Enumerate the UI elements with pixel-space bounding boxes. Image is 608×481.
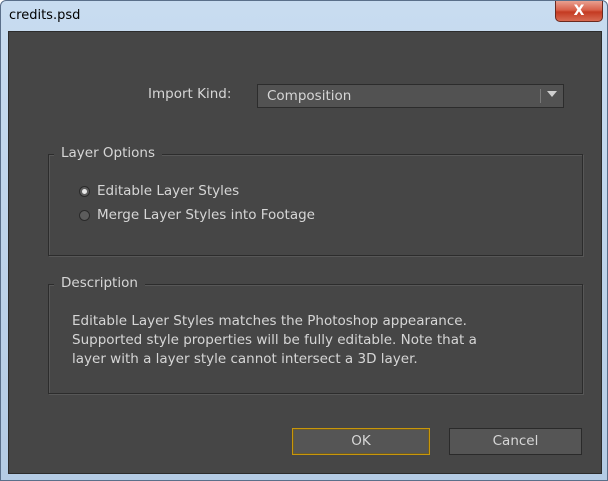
ok-button[interactable]: OK <box>292 428 430 455</box>
import-kind-dropdown[interactable]: Composition <box>257 84 564 108</box>
dropdown-separator <box>540 89 541 103</box>
description-title: Description <box>54 275 145 291</box>
import-kind-label: Import Kind: <box>148 86 232 102</box>
radio-label: Merge Layer Styles into Footage <box>97 207 315 223</box>
description-line: Supported style properties will be fully… <box>72 332 477 348</box>
close-icon: X <box>573 3 585 19</box>
chevron-down-icon <box>547 91 557 97</box>
import-kind-value: Composition <box>267 88 352 104</box>
radio-selected-icon[interactable] <box>79 186 90 197</box>
title-bar[interactable]: credits.psd X <box>1 1 607 31</box>
radio-unselected-icon[interactable] <box>79 210 90 221</box>
window-title: credits.psd <box>9 8 81 23</box>
radio-label: Editable Layer Styles <box>97 183 240 199</box>
close-button[interactable]: X <box>555 1 603 22</box>
description-line: layer with a layer style cannot intersec… <box>72 351 418 367</box>
description-line: Editable Layer Styles matches the Photos… <box>72 313 467 329</box>
layer-options-title: Layer Options <box>54 145 163 161</box>
description-text: Editable Layer Styles matches the Photos… <box>72 312 572 369</box>
cancel-button[interactable]: Cancel <box>449 428 582 455</box>
layer-options-group: Layer Options <box>48 145 583 256</box>
